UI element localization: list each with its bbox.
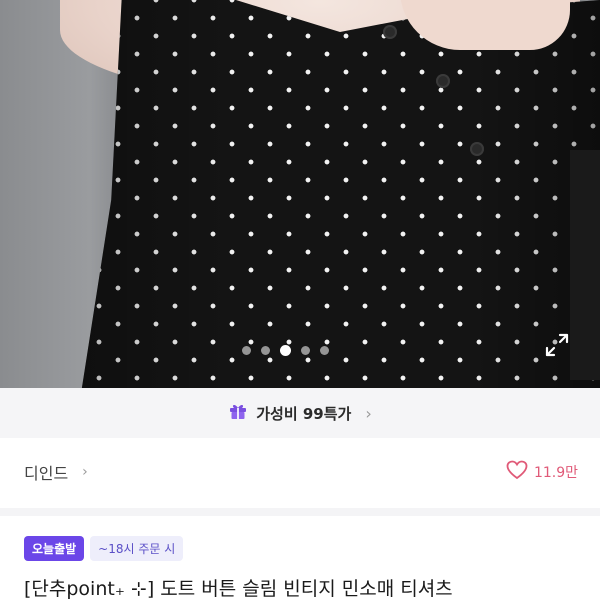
shirt-button [470, 142, 484, 156]
carousel-dot[interactable] [261, 346, 270, 355]
gift-icon [228, 401, 248, 425]
promo-label: 가성비 99특가 [256, 404, 352, 423]
product-title: [단추point₊ ⊹] 도트 버튼 슬림 빈티지 민소매 티셔츠 [24, 578, 453, 600]
chevron-right-icon: › [365, 403, 372, 423]
carousel-dot[interactable] [320, 346, 329, 355]
heart-outline-icon [506, 460, 528, 484]
carousel-dot-active[interactable] [280, 345, 291, 356]
chevron-right-icon: › [82, 464, 88, 480]
delivery-tags: 오늘출발 ~18시 주문 시 [24, 536, 184, 561]
expand-icon[interactable] [544, 332, 570, 358]
product-image[interactable] [0, 0, 600, 388]
shirt-shading [80, 0, 600, 388]
shirt-button [383, 25, 397, 39]
like-button[interactable]: 11.9만 [506, 460, 578, 484]
carousel-dot[interactable] [301, 346, 310, 355]
today-shipping-badge: 오늘출발 [24, 536, 85, 561]
seller-link[interactable]: 디인드 › [24, 460, 88, 484]
like-count: 11.9만 [533, 465, 578, 481]
seller-name: 디인드 [24, 464, 69, 483]
carousel-indicator [242, 345, 329, 356]
promo-banner[interactable]: 가성비 99특가 › [0, 388, 600, 438]
section-divider [0, 508, 600, 516]
shirt-button [436, 74, 450, 88]
seller-row: 디인드 › 11.9만 [0, 440, 600, 504]
carousel-dot[interactable] [242, 346, 251, 355]
order-cutoff-badge: ~18시 주문 시 [90, 536, 184, 561]
chair [570, 150, 600, 380]
